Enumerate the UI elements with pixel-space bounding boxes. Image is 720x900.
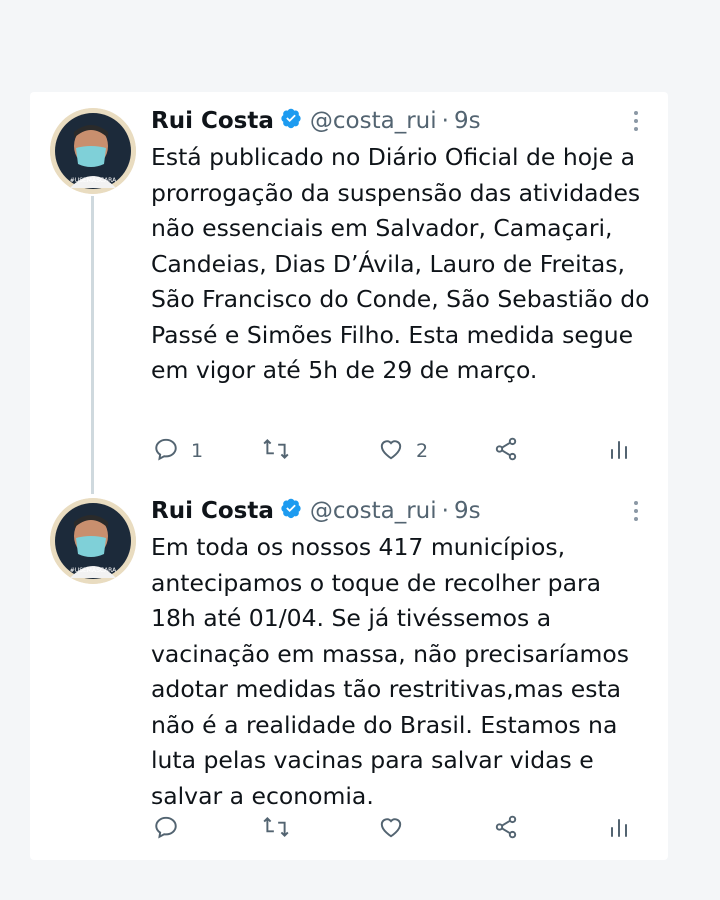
separator-dot: · [441,498,449,524]
analytics-icon [608,814,630,844]
separator-dot: · [441,108,449,134]
tweet-timestamp[interactable]: 9s [454,108,481,134]
like-button[interactable] [378,812,416,846]
avatar[interactable]: #USEMÁSCARA [50,498,136,584]
like-button[interactable]: 2 [378,434,428,468]
share-button[interactable] [493,812,519,846]
analytics-button[interactable] [608,812,630,846]
reply-button[interactable]: 1 [153,434,203,468]
more-options-icon[interactable] [630,498,642,524]
heart-icon [378,814,404,844]
retweet-button[interactable] [262,434,302,468]
avatar[interactable]: #USEMÁSCARA [50,108,136,194]
retweet-button[interactable] [262,812,302,846]
avatar-caption: #USEMÁSCARA [70,567,117,574]
more-options-icon[interactable] [630,108,642,134]
analytics-button[interactable] [608,434,630,468]
verified-badge-icon [280,107,302,135]
author-name[interactable]: Rui Costa [151,498,274,524]
author-handle[interactable]: @costa_rui [310,498,437,524]
reply-button[interactable] [153,812,191,846]
heart-icon [378,436,404,466]
avatar-caption: #USEMÁSCARA [70,177,117,184]
reply-icon [153,814,179,844]
tweet-timestamp[interactable]: 9s [454,498,481,524]
tweet-text: Está publicado no Diário Oficial de hoje… [151,143,650,384]
verified-badge-icon [280,497,302,525]
tweet-header: Rui Costa @costa_rui · 9s [151,494,481,528]
author-name[interactable]: Rui Costa [151,108,274,134]
retweet-icon [262,436,290,466]
reply-count: 1 [191,440,204,462]
analytics-icon [608,436,630,466]
tweet-text: Em toda os nossos 417 municípios, anteci… [151,533,630,810]
tweet-header: Rui Costa @costa_rui · 9s [151,104,481,138]
reply-icon [153,436,179,466]
share-icon [493,436,519,466]
author-handle[interactable]: @costa_rui [310,108,437,134]
tweet-actions: 1 2 [0,434,720,468]
like-count: 2 [416,440,429,462]
tweet-actions [0,812,720,846]
share-button[interactable] [493,434,519,468]
retweet-icon [262,814,290,844]
share-icon [493,814,519,844]
